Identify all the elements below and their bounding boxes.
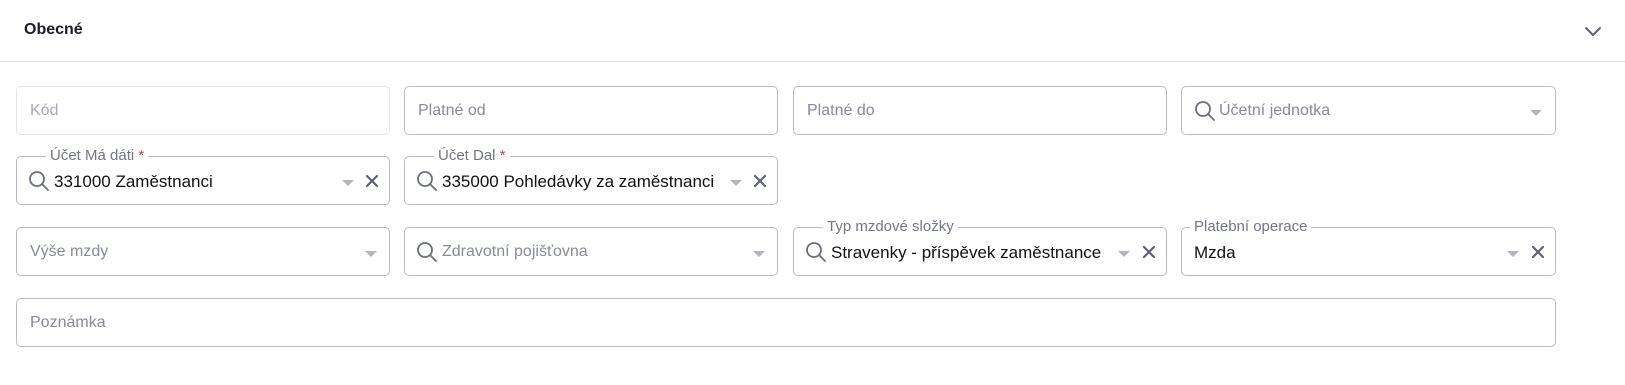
required-mark: * [138, 147, 145, 164]
typ-mzdove-slozky-label: Typ mzdové složky [823, 218, 958, 236]
section-title: Obecné [24, 21, 83, 38]
chevron-down-icon[interactable] [1507, 250, 1519, 258]
search-icon [417, 171, 437, 191]
close-icon[interactable] [1530, 244, 1546, 260]
kod-field: Kód [16, 86, 390, 135]
chevron-down-icon[interactable] [365, 250, 377, 258]
typ-mzdove-slozky-value: Stravenky - příspěvek zaměstnance [831, 243, 1102, 262]
search-icon [29, 171, 49, 191]
platne-od-placeholder: Platné od [418, 102, 486, 119]
close-icon[interactable] [364, 173, 380, 189]
ucet-ma-dati-value: 331000 Zaměstnanci [54, 172, 213, 191]
zdravotni-pojistovna-select[interactable]: Zdravotní pojišťovna [404, 227, 778, 276]
zdravotni-pojistovna-placeholder: Zdravotní pojišťovna [442, 243, 588, 260]
chevron-down-icon[interactable] [1118, 250, 1130, 258]
search-icon [417, 242, 437, 262]
vyse-mzdy-placeholder: Výše mzdy [30, 243, 109, 260]
section-header[interactable]: Obecné [0, 0, 1625, 62]
chevron-down-icon[interactable] [1530, 109, 1542, 117]
chevron-down-icon[interactable] [342, 179, 354, 187]
close-icon[interactable] [752, 173, 768, 189]
ucet-ma-dati-select[interactable]: Účet Má dáti * 331000 Zaměstnanci [16, 147, 390, 205]
search-icon [1195, 101, 1215, 121]
close-icon[interactable] [1141, 244, 1157, 260]
vyse-mzdy-select[interactable]: Výše mzdy [16, 227, 390, 276]
platne-od-field[interactable]: Platné od [404, 86, 778, 135]
platne-do-placeholder: Platné do [807, 102, 875, 119]
platebni-operace-select[interactable]: Platební operace Mzda [1181, 218, 1556, 276]
ucetni-jednotka-select[interactable]: Účetní jednotka [1181, 86, 1556, 135]
chevron-down-icon[interactable] [730, 179, 742, 187]
ucet-dal-select[interactable]: Účet Dal * 335000 Pohledávky za zaměstna… [404, 147, 778, 205]
poznamka-field[interactable]: Poznámka [16, 298, 1556, 347]
chevron-down-icon[interactable] [753, 250, 765, 258]
platne-do-field[interactable]: Platné do [793, 86, 1167, 135]
ucet-ma-dati-label: Účet Má dáti * [46, 147, 149, 165]
platebni-operace-value: Mzda [1194, 243, 1236, 262]
platebni-operace-label: Platební operace [1190, 218, 1312, 236]
ucetni-jednotka-placeholder: Účetní jednotka [1219, 102, 1331, 119]
search-icon [806, 242, 826, 262]
ucet-dal-value: 335000 Pohledávky za zaměstnanci [442, 172, 715, 191]
chevron-down-icon[interactable] [1582, 20, 1604, 42]
poznamka-placeholder: Poznámka [30, 314, 106, 331]
kod-placeholder: Kód [30, 102, 59, 119]
ucet-dal-label: Účet Dal * [434, 147, 510, 165]
typ-mzdove-slozky-select[interactable]: Typ mzdové složky Stravenky - příspěvek … [793, 218, 1167, 276]
required-mark: * [499, 147, 506, 164]
